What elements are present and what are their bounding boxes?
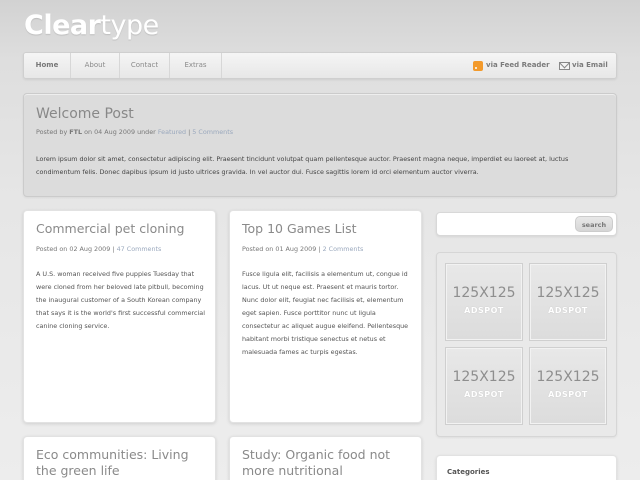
feed-reader-link[interactable]: via Feed Reader: [486, 53, 550, 78]
ad-size: 125X125: [536, 285, 600, 301]
post-card: Study: Organic food not more nutritional: [229, 436, 422, 480]
featured-post-title[interactable]: Welcome Post: [36, 106, 134, 122]
logo-light-text: type: [100, 10, 159, 41]
meta-prefix: Posted by: [36, 128, 68, 136]
post-card: Commercial pet cloning Posted on 02 Aug …: [23, 210, 216, 423]
meta-category-link[interactable]: Featured: [158, 128, 186, 136]
post-meta: Posted on 02 Aug 2009 | 47 Comments: [36, 245, 161, 253]
rss-icon[interactable]: [473, 61, 483, 71]
post-title[interactable]: Commercial pet cloning: [36, 221, 184, 237]
ad-size: 125X125: [536, 369, 600, 385]
nav-item-contact[interactable]: Contact: [120, 53, 170, 78]
logo-bold-text: Clear: [24, 10, 101, 41]
ad-label: ADSPOT: [464, 390, 504, 399]
categories-heading: Categories: [447, 468, 490, 476]
featured-post: Welcome Post Posted by FTL on 04 Aug 200…: [23, 93, 617, 197]
post-title[interactable]: Eco communities: Living the green life: [36, 447, 211, 479]
email-icon[interactable]: [559, 62, 570, 70]
post-title[interactable]: Study: Organic food not more nutritional: [242, 447, 417, 479]
nav-item-home[interactable]: Home: [24, 53, 71, 78]
nav-item-about[interactable]: About: [71, 53, 120, 78]
ad-label: ADSPOT: [548, 390, 588, 399]
main-nav: Home About Contact Extras via Feed Reade…: [23, 52, 617, 79]
search-box: search: [436, 212, 617, 236]
post-card: Eco communities: Living the green life: [23, 436, 216, 480]
post-excerpt: Fusce ligula elit, facilisis a elementum…: [242, 270, 409, 356]
search-button[interactable]: search: [575, 216, 613, 232]
ad-size: 125X125: [452, 285, 516, 301]
meta-comments-link[interactable]: 5 Comments: [192, 128, 233, 136]
post-date: Posted on 01 Aug 2009 |: [242, 245, 321, 253]
meta-author[interactable]: FTL: [69, 128, 82, 136]
ad-spot[interactable]: 125X125 ADSPOT: [529, 263, 607, 341]
ad-spot[interactable]: 125X125 ADSPOT: [529, 347, 607, 425]
post-excerpt: A U.S. woman received five puppies Tuesd…: [36, 270, 205, 330]
categories-widget: Categories: [436, 455, 617, 480]
meta-date: on 04 Aug 2009 under: [84, 128, 156, 136]
post-comments-link[interactable]: 2 Comments: [323, 245, 364, 253]
ad-spot[interactable]: 125X125 ADSPOT: [445, 347, 523, 425]
post-comments-link[interactable]: 47 Comments: [117, 245, 162, 253]
featured-post-body: Lorem ipsum dolor sit amet, consectetur …: [36, 155, 569, 176]
site-logo[interactable]: Cleartype: [24, 10, 159, 41]
email-link[interactable]: via Email: [572, 53, 608, 78]
ad-size: 125X125: [452, 369, 516, 385]
post-title[interactable]: Top 10 Games List: [242, 221, 357, 237]
nav-item-extras[interactable]: Extras: [170, 53, 222, 78]
ad-label: ADSPOT: [464, 306, 504, 315]
post-card: Top 10 Games List Posted on 01 Aug 2009 …: [229, 210, 422, 423]
ad-spot[interactable]: 125X125 ADSPOT: [445, 263, 523, 341]
ad-block: 125X125 ADSPOT 125X125 ADSPOT 125X125 AD…: [436, 252, 617, 437]
search-input[interactable]: [441, 217, 571, 231]
post-meta: Posted on 01 Aug 2009 | 2 Comments: [242, 245, 363, 253]
featured-post-meta: Posted by FTL on 04 Aug 2009 under Featu…: [36, 128, 234, 136]
post-date: Posted on 02 Aug 2009 |: [36, 245, 115, 253]
ad-label: ADSPOT: [548, 306, 588, 315]
